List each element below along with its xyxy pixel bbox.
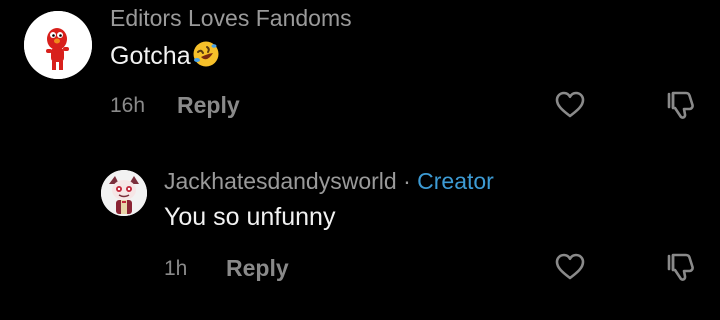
comment-timestamp: 1h <box>164 257 188 280</box>
character-avatar-icon <box>101 170 147 216</box>
separator-dot: · <box>403 168 411 194</box>
reply-button[interactable]: Reply <box>226 255 289 282</box>
avatar[interactable] <box>101 170 147 216</box>
comments-panel: Editors Loves Fandoms Gotcha 16h Reply J… <box>0 0 720 320</box>
comment-username[interactable]: Editors Loves Fandoms <box>110 5 352 32</box>
dislike-icon[interactable] <box>664 88 698 122</box>
reply-button[interactable]: Reply <box>177 92 240 119</box>
reply-username[interactable]: Jackhatesdandysworld <box>164 168 397 194</box>
reply-comment-item: Jackhatesdandysworld · Creator You so un… <box>0 160 720 320</box>
rolling-laughing-emoji-icon <box>193 41 219 67</box>
elmo-avatar-icon <box>24 11 92 79</box>
heart-icon[interactable] <box>553 88 587 122</box>
comment-timestamp: 16h <box>110 94 146 117</box>
dislike-icon[interactable] <box>664 250 698 284</box>
creator-badge: Creator <box>417 168 494 194</box>
comment-username: Jackhatesdandysworld · Creator <box>164 168 494 195</box>
comment-text-content: Gotcha <box>110 42 191 70</box>
avatar[interactable] <box>24 11 92 79</box>
comment-item: Editors Loves Fandoms Gotcha 16h Reply <box>0 0 720 140</box>
heart-icon[interactable] <box>553 250 587 284</box>
comment-text: You so unfunny <box>164 203 336 231</box>
comment-text: Gotcha <box>110 40 220 71</box>
